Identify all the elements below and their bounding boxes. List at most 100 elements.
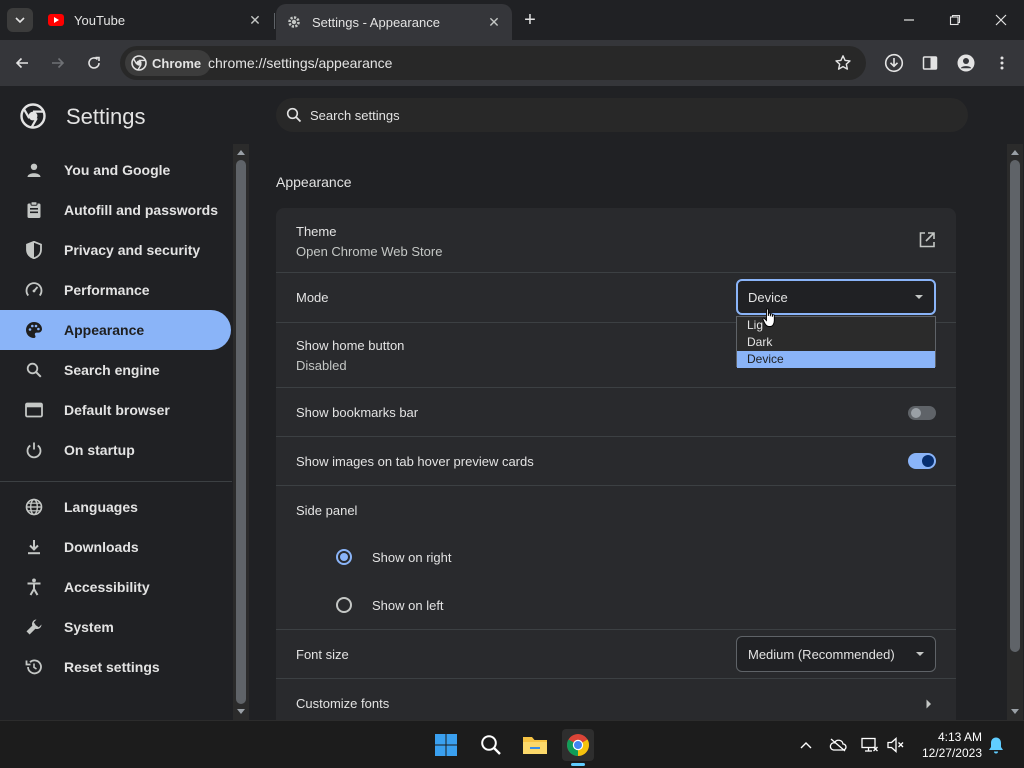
scrollbar-thumb[interactable] (236, 160, 246, 704)
mode-selected-value: Device (748, 289, 788, 305)
sidebar-item-label: Default browser (64, 402, 170, 418)
bell-icon (989, 737, 1003, 754)
sidebar-item-on-startup[interactable]: On startup (0, 430, 231, 470)
scrollbar-thumb[interactable] (1010, 160, 1020, 652)
theme-label: Theme (296, 224, 337, 239)
bookmarks-bar-row[interactable]: Show bookmarks bar (276, 387, 956, 436)
scroll-up-arrow-icon[interactable] (1011, 150, 1019, 155)
restore-button[interactable] (932, 0, 978, 40)
sidebar-item-default-browser[interactable]: Default browser (0, 390, 231, 430)
downloads-button[interactable] (880, 49, 908, 77)
scroll-up-arrow-icon[interactable] (237, 150, 245, 155)
taskbar-search-button[interactable] (475, 729, 507, 761)
side-panel-label: Side panel (296, 503, 358, 518)
address-bar[interactable]: Chrome chrome://settings/appearance (120, 46, 866, 80)
file-explorer-button[interactable] (519, 729, 551, 761)
bookmarks-bar-toggle[interactable] (908, 406, 936, 420)
taskbar-chrome-button[interactable] (562, 729, 594, 761)
sidebar-item-label: Search engine (64, 362, 160, 378)
volume-tray-icon[interactable] (886, 735, 906, 755)
side-panel-row: Side panel Show on right Show on left (276, 485, 956, 630)
power-icon (24, 440, 44, 460)
close-tab-icon[interactable]: ✕ (486, 14, 502, 30)
radio-label-show-on-left[interactable]: Show on left (372, 598, 444, 613)
sidebar-item-you-and-google[interactable]: You and Google (0, 150, 231, 190)
clock-time: 4:13 AM (937, 730, 982, 744)
system-clock[interactable]: 4:13 AM 12/27/2023 (912, 729, 982, 761)
tab-hover-row[interactable]: Show images on tab hover preview cards (276, 436, 956, 485)
search-input[interactable] (310, 107, 910, 123)
radio-show-on-right[interactable] (336, 549, 352, 565)
tab-search-button[interactable] (7, 8, 33, 32)
dropdown-caret-icon (915, 295, 923, 299)
browser-window-icon (24, 400, 44, 420)
sidebar-item-autofill[interactable]: Autofill and passwords (0, 190, 231, 230)
clipboard-icon (24, 200, 44, 220)
more-vert-icon (1000, 56, 1004, 70)
scroll-down-arrow-icon[interactable] (1011, 709, 1019, 714)
tab-settings[interactable]: Settings - Appearance ✕ (276, 4, 512, 40)
sidebar-item-appearance[interactable]: Appearance (0, 310, 231, 350)
theme-sublabel: Open Chrome Web Store (296, 244, 443, 259)
reset-icon (24, 657, 44, 677)
speedometer-icon (24, 280, 44, 300)
sidebar-item-label: Downloads (64, 539, 139, 555)
forward-button[interactable] (44, 49, 72, 77)
show-hidden-icons-button[interactable] (796, 735, 816, 755)
side-panel-button[interactable] (916, 49, 944, 77)
back-button[interactable] (8, 49, 36, 77)
notifications-button[interactable] (986, 735, 1006, 755)
new-tab-button[interactable]: + (518, 8, 542, 32)
minimize-button[interactable] (886, 0, 932, 40)
toggle-knob (922, 455, 934, 467)
toggle-knob (911, 408, 921, 418)
customize-fonts-row[interactable]: Customize fonts (276, 678, 956, 720)
sidebar-item-performance[interactable]: Performance (0, 270, 231, 310)
network-tray-icon[interactable] (860, 735, 880, 755)
close-window-button[interactable] (978, 0, 1024, 40)
nav-scrollbar[interactable] (233, 144, 249, 720)
sidebar-item-search-engine[interactable]: Search engine (0, 350, 231, 390)
nav-divider (0, 481, 232, 482)
speaker-muted-icon (887, 737, 904, 753)
tab-hover-toggle[interactable] (908, 453, 936, 469)
mode-option-dark[interactable]: Dark (737, 334, 935, 351)
chevron-up-icon (800, 742, 812, 749)
profile-button[interactable] (952, 49, 980, 77)
font-size-select[interactable]: Medium (Recommended) (736, 636, 936, 672)
content-scrollbar[interactable] (1007, 144, 1023, 720)
mode-option-device[interactable]: Device (737, 351, 935, 368)
search-settings-box[interactable] (276, 98, 968, 132)
sidebar-item-languages[interactable]: Languages (0, 487, 231, 527)
close-tab-icon[interactable]: ✕ (247, 12, 263, 28)
search-icon (481, 735, 501, 755)
bookmark-star-icon[interactable] (834, 54, 852, 72)
menu-button[interactable] (988, 49, 1016, 77)
tab-youtube[interactable]: YouTube ✕ (38, 4, 273, 36)
minimize-icon (904, 19, 914, 21)
reload-button[interactable] (80, 49, 108, 77)
onedrive-tray-icon[interactable] (828, 735, 848, 755)
shield-icon (24, 240, 44, 260)
sidebar-item-label: Languages (64, 499, 138, 515)
windows-taskbar: 4:13 AM 12/27/2023 (0, 720, 1024, 768)
restore-icon (949, 14, 961, 26)
gear-icon (286, 14, 302, 30)
sidebar-item-system[interactable]: System (0, 607, 231, 647)
cloud-off-icon (829, 738, 847, 752)
url-text[interactable]: chrome://settings/appearance (208, 55, 392, 71)
radio-label-show-on-right[interactable]: Show on right (372, 550, 452, 565)
theme-row[interactable]: Theme Open Chrome Web Store (276, 208, 956, 272)
sidebar-item-downloads[interactable]: Downloads (0, 527, 231, 567)
scroll-down-arrow-icon[interactable] (237, 709, 245, 714)
sidebar-item-accessibility[interactable]: Accessibility (0, 567, 231, 607)
sidebar-item-reset-settings[interactable]: Reset settings (0, 647, 231, 687)
start-button[interactable] (430, 729, 462, 761)
tab-hover-label: Show images on tab hover preview cards (296, 454, 534, 469)
windows-logo-icon (435, 734, 457, 756)
sidebar-item-privacy[interactable]: Privacy and security (0, 230, 231, 270)
radio-show-on-left[interactable] (336, 597, 352, 613)
settings-page: Settings You and Google Autofill and pas… (0, 86, 1024, 728)
open-in-new-icon[interactable] (918, 231, 936, 249)
site-info-chip[interactable]: Chrome (125, 50, 212, 76)
